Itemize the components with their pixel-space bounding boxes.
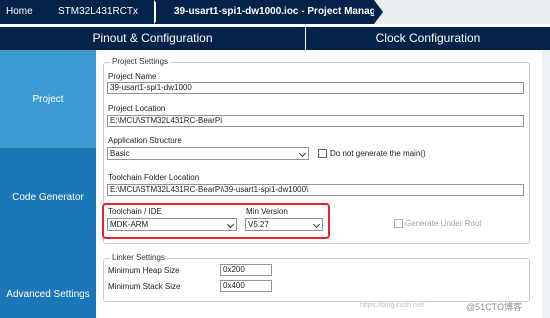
- breadcrumb-page[interactable]: 39-usart1-spi1-dw1000.ioc - Project Mana…: [156, 0, 374, 24]
- project-name-field[interactable]: 39-usart1-spi1-dw1000: [107, 82, 524, 94]
- tab-pinout-configuration[interactable]: Pinout & Configuration: [0, 27, 305, 50]
- project-name-label: Project Name: [108, 72, 157, 81]
- breadcrumb-device[interactable]: STM32L431RCTx: [40, 0, 162, 24]
- generate-under-root-checkbox[interactable]: [394, 219, 403, 228]
- application-structure-value: Basic: [110, 149, 130, 158]
- sidebar-item-advanced-settings[interactable]: Advanced Settings: [0, 246, 96, 318]
- heap-size-field[interactable]: 0x200: [220, 264, 272, 276]
- vertical-scrollbar[interactable]: [542, 50, 550, 318]
- breadcrumb: Home STM32L431RCTx 39-usart1-spi1-dw1000…: [0, 0, 550, 24]
- linker-settings-group: Linker Settings: [103, 253, 530, 302]
- generate-under-root-label: Generate Under Root: [405, 219, 482, 228]
- sidebar-item-project[interactable]: Project: [0, 50, 96, 148]
- stack-size-label: Minimum Stack Size: [108, 282, 181, 291]
- chevron-down-icon: [298, 149, 307, 158]
- toolchain-folder-label: Toolchain Folder Location: [108, 173, 200, 182]
- no-main-label: Do not generate the main(): [330, 149, 426, 158]
- application-structure-select[interactable]: Basic: [107, 147, 309, 160]
- watermark-brand: @51CTO博客: [466, 302, 522, 312]
- project-location-field[interactable]: E:\MCU\STM32L431RC-BearPi: [107, 115, 524, 127]
- watermark-url: https://blog.csdn.net/: [360, 302, 425, 309]
- toolchain-folder-field[interactable]: E:\MCU\STM32L431RC-BearPi\39-usart1-spi1…: [107, 184, 524, 196]
- main-tabs: Pinout & Configuration Clock Configurati…: [0, 27, 550, 50]
- project-location-label: Project Location: [108, 104, 166, 113]
- application-structure-label: Application Structure: [108, 136, 182, 145]
- project-settings-legend: Project Settings: [110, 57, 171, 66]
- sidebar-item-label: Code Generator: [12, 192, 84, 203]
- breadcrumb-home[interactable]: Home: [0, 0, 42, 24]
- tab-clock-configuration[interactable]: Clock Configuration: [306, 27, 550, 50]
- highlight-box: [102, 203, 330, 239]
- sidebar-item-label: Project: [32, 94, 64, 105]
- stack-size-field[interactable]: 0x400: [220, 280, 272, 292]
- heap-size-label: Minimum Heap Size: [108, 266, 180, 275]
- no-main-checkbox[interactable]: [318, 149, 327, 158]
- linker-settings-legend: Linker Settings: [110, 253, 167, 262]
- sidebar-item-code-generator[interactable]: Code Generator: [0, 148, 96, 246]
- tab-divider: [305, 27, 306, 50]
- breadcrumb-arrow: [374, 0, 383, 24]
- sidebar-item-label: Advanced Settings: [6, 289, 90, 300]
